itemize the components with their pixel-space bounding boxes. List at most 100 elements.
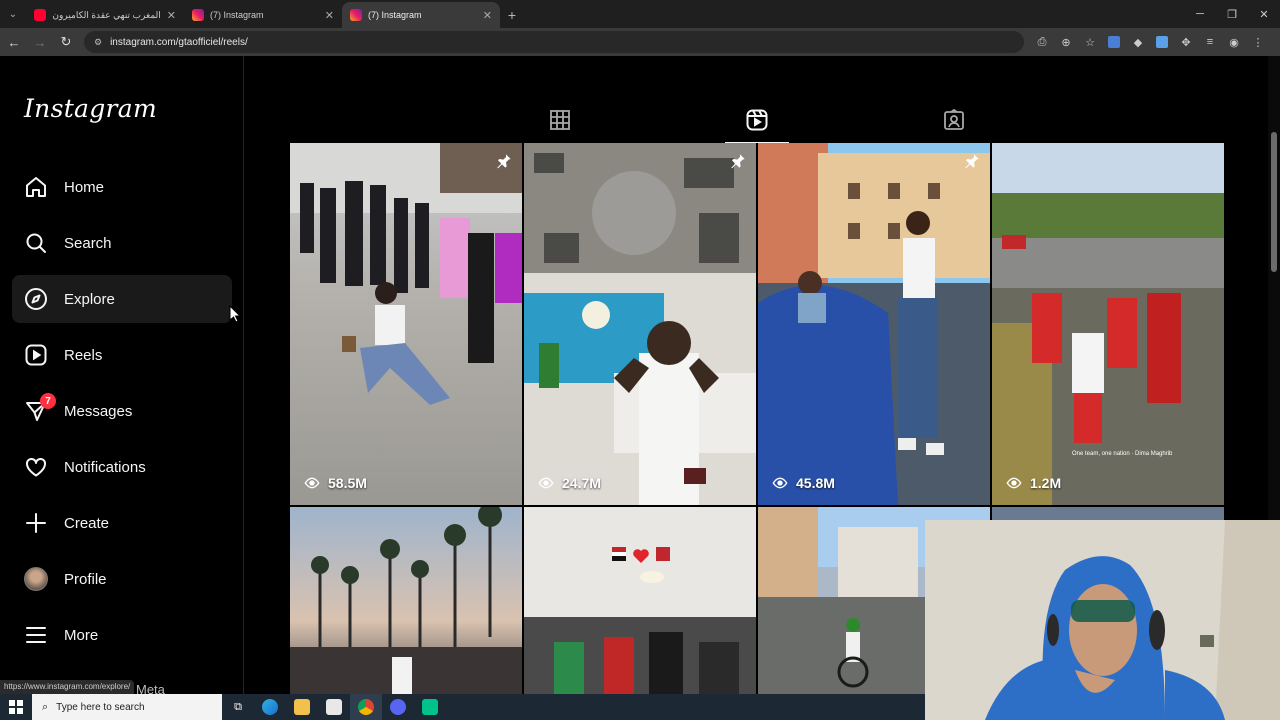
- play-icon: [304, 477, 320, 489]
- view-count-text: 58.5M: [328, 475, 367, 491]
- tab-title: (7) Instagram: [210, 10, 264, 20]
- webcam-overlay: [925, 520, 1280, 720]
- extensions-puzzle-icon[interactable]: ✥: [1178, 34, 1194, 50]
- webcam-video: [925, 520, 1280, 720]
- play-icon: [538, 477, 554, 489]
- instagram-sidebar: Instagram Home Search Explore Reels 7 Me…: [0, 56, 244, 694]
- nav-more[interactable]: More: [12, 611, 232, 659]
- browser-tab-instagram-1[interactable]: (7) Instagram ✕: [184, 2, 342, 28]
- scrollbar-thumb[interactable]: [1271, 132, 1277, 272]
- view-count: 58.5M: [304, 475, 367, 491]
- tab-search-chevron-icon[interactable]: ⌄: [0, 0, 26, 28]
- reel-tile[interactable]: 24.7M: [524, 143, 756, 505]
- nav-create[interactable]: Create: [12, 499, 232, 547]
- nav-home[interactable]: Home: [12, 163, 232, 211]
- store-icon[interactable]: [318, 694, 350, 720]
- new-tab-button[interactable]: +: [500, 2, 524, 28]
- reel-tile[interactable]: [524, 507, 756, 694]
- edge-icon[interactable]: [254, 694, 286, 720]
- nav-label: Messages: [64, 402, 133, 420]
- tagged-icon: [944, 108, 964, 130]
- reel-tile[interactable]: 45.8M: [758, 143, 990, 505]
- posts-grid-icon: [550, 109, 570, 130]
- taskbar-search[interactable]: ⌕ Type here to search: [32, 694, 222, 720]
- task-view-icon[interactable]: ⧉: [222, 694, 254, 720]
- app-green-icon[interactable]: [414, 694, 446, 720]
- windows-taskbar: ⌕ Type here to search ⧉: [0, 694, 925, 720]
- nav-label: Home: [64, 178, 105, 196]
- tab-posts[interactable]: [528, 96, 592, 143]
- reel-tile[interactable]: [290, 507, 522, 694]
- back-icon[interactable]: ←: [2, 30, 26, 54]
- reload-icon[interactable]: ↻: [54, 30, 78, 54]
- pin-icon: [497, 154, 511, 169]
- avatar: [24, 567, 48, 591]
- extension-blue-icon[interactable]: [1154, 34, 1170, 50]
- reel-thumbnail: [290, 143, 522, 405]
- reel-thumbnail: [758, 143, 990, 505]
- zoom-icon[interactable]: ⊕: [1058, 34, 1074, 50]
- close-tab-icon[interactable]: ✕: [483, 9, 492, 22]
- taskbar-search-placeholder: Type here to search: [56, 701, 145, 713]
- nav-label: Profile: [64, 570, 107, 588]
- view-count-text: 24.7M: [562, 475, 601, 491]
- url-text: instagram.com/gtaofficiel/reels/: [110, 36, 248, 48]
- minimize-icon[interactable]: ─: [1184, 0, 1216, 28]
- cursor-icon: [229, 305, 241, 323]
- close-tab-icon[interactable]: ✕: [167, 9, 176, 22]
- browser-tab-instagram-active[interactable]: (7) Instagram ✕: [342, 2, 500, 28]
- nav-reels[interactable]: Reels: [12, 331, 232, 379]
- menu-icon: [26, 627, 46, 643]
- reel-tile[interactable]: 58.5M: [290, 143, 522, 505]
- search-icon: [26, 233, 46, 253]
- view-count: 45.8M: [772, 475, 835, 491]
- nav-profile[interactable]: Profile: [12, 555, 232, 603]
- account-icon[interactable]: ◉: [1226, 34, 1242, 50]
- play-icon: [772, 477, 788, 489]
- restore-icon[interactable]: ❐: [1216, 0, 1248, 28]
- tab-reels[interactable]: [725, 96, 789, 143]
- play-icon: [1006, 477, 1022, 489]
- start-button[interactable]: [0, 694, 32, 720]
- browser-tab-strip: ⌄ المغرب تنهي عقدة الكاميرون تتأ.. ✕ (7)…: [0, 0, 1280, 28]
- instagram-logo[interactable]: Instagram: [24, 94, 157, 123]
- windows-logo-icon: [9, 700, 23, 714]
- reel-thumbnail: [524, 507, 756, 694]
- status-url: https://www.instagram.com/explore/: [0, 680, 135, 694]
- toolbar-actions: ⎙ ⊕ ☆ ◆ ✥ ≡ ◉ ⋮: [1034, 34, 1266, 50]
- pin-icon: [965, 154, 979, 169]
- forward-icon[interactable]: →: [28, 30, 52, 54]
- address-bar[interactable]: ⚙ instagram.com/gtaofficiel/reels/: [84, 31, 1024, 53]
- browser-toolbar: ← → ↻ ⚙ instagram.com/gtaofficiel/reels/…: [0, 28, 1280, 56]
- bookmark-star-icon[interactable]: ☆: [1082, 34, 1098, 50]
- tab-title: (7) Instagram: [368, 10, 422, 20]
- reading-list-icon[interactable]: ≡: [1202, 34, 1218, 50]
- nav-explore[interactable]: Explore: [12, 275, 232, 323]
- view-count-text: 1.2M: [1030, 475, 1062, 491]
- compass-icon: [25, 288, 47, 310]
- tab-tagged[interactable]: [922, 96, 986, 143]
- install-app-icon[interactable]: ⎙: [1034, 34, 1050, 50]
- nav-search[interactable]: Search: [12, 219, 232, 267]
- close-window-icon[interactable]: ✕: [1248, 0, 1280, 28]
- browser-tab-youtube[interactable]: المغرب تنهي عقدة الكاميرون تتأ.. ✕: [26, 2, 184, 28]
- nav-notifications[interactable]: Notifications: [12, 443, 232, 491]
- close-tab-icon[interactable]: ✕: [325, 9, 334, 22]
- profile-tabs: [290, 96, 1224, 143]
- unread-messages-badge: 7: [40, 393, 56, 409]
- nav-label: More: [64, 626, 99, 644]
- reel-tile[interactable]: One team, one nation · Dima Maghrib 1.2M: [992, 143, 1224, 505]
- search-icon: ⌕: [42, 700, 49, 713]
- extension-diamond-icon[interactable]: ◆: [1130, 34, 1146, 50]
- file-explorer-icon[interactable]: [286, 694, 318, 720]
- nav-label: Search: [64, 234, 112, 252]
- chrome-icon[interactable]: [350, 694, 382, 720]
- tab-title: المغرب تنهي عقدة الكاميرون تتأ..: [52, 9, 161, 20]
- site-info-icon[interactable]: ⚙: [94, 37, 102, 48]
- chrome-menu-icon[interactable]: ⋮: [1250, 34, 1266, 50]
- nav-messages[interactable]: 7 Messages: [12, 387, 232, 435]
- home-icon: [26, 177, 46, 197]
- app-purple-icon[interactable]: [382, 694, 414, 720]
- extension-translate-icon[interactable]: [1106, 34, 1122, 50]
- nav-label: Reels: [64, 346, 103, 364]
